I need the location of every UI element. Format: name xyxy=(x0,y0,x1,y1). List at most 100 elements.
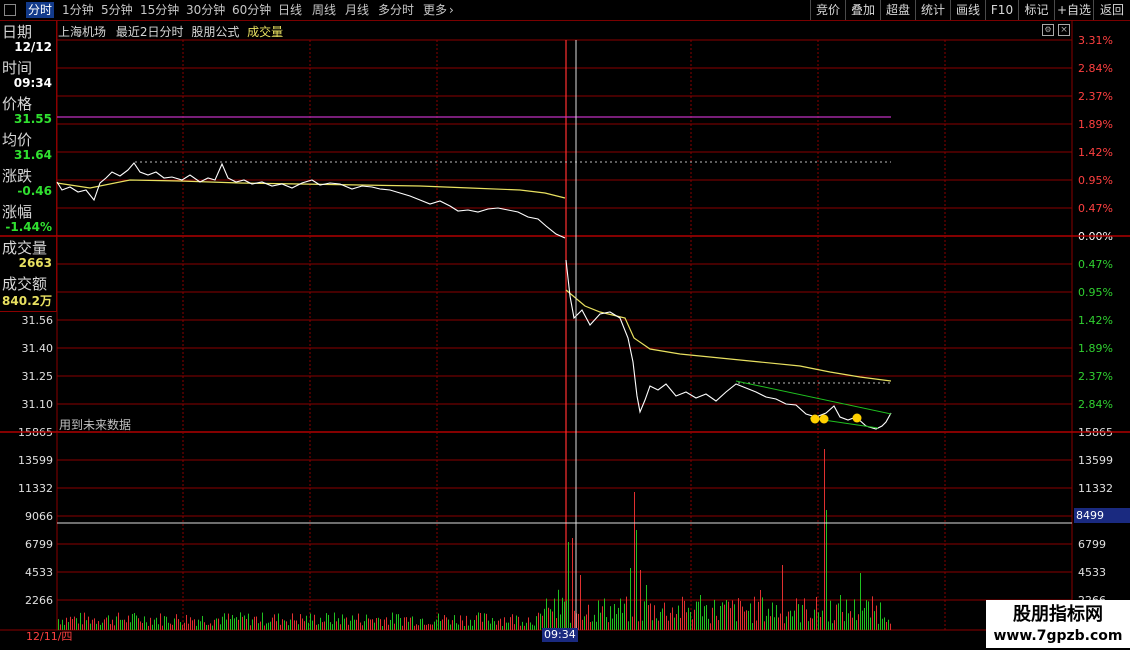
volume-bar xyxy=(106,617,107,630)
volume-bar xyxy=(638,621,639,630)
volume-bar xyxy=(760,590,761,630)
volume-bar xyxy=(414,625,415,630)
volume-bar xyxy=(654,605,655,630)
volume-bar xyxy=(124,619,125,630)
volume-bar xyxy=(840,595,841,630)
volume-bar xyxy=(394,623,395,630)
volume-bar xyxy=(330,622,331,630)
volume-bar xyxy=(728,601,729,630)
volume-bar xyxy=(516,615,517,630)
volume-bar xyxy=(498,620,499,630)
volume-bar xyxy=(244,615,245,630)
volume-bar xyxy=(804,598,805,630)
volume-bar xyxy=(644,601,645,630)
volume-bar xyxy=(430,624,431,630)
volume-bar xyxy=(738,598,739,630)
volume-bar xyxy=(212,625,213,630)
volume-bar xyxy=(342,614,343,630)
volume-bar xyxy=(308,622,309,630)
volume-bar xyxy=(258,623,259,630)
volume-bar xyxy=(596,621,597,630)
volume-bar xyxy=(438,613,439,630)
volume-bar xyxy=(148,625,149,630)
volume-bar xyxy=(620,598,621,630)
volume-bar xyxy=(470,619,471,630)
volume-bar xyxy=(354,619,355,630)
volume-bar xyxy=(208,624,209,630)
volume-bar xyxy=(366,614,367,630)
volume-bar xyxy=(98,621,99,630)
volume-bar xyxy=(358,613,359,630)
volume-bar xyxy=(806,609,807,630)
volume-bar xyxy=(462,620,463,630)
volume-bar xyxy=(846,599,847,630)
volume-bar xyxy=(678,605,679,630)
volume-bar xyxy=(238,619,239,630)
volume-bar xyxy=(188,623,189,630)
volume-bar xyxy=(226,619,227,630)
volume-bar xyxy=(716,615,717,630)
volume-bar xyxy=(662,608,663,630)
volume-bar xyxy=(784,623,785,630)
volume-bar xyxy=(730,608,731,630)
volume-bar xyxy=(458,624,459,630)
volume-bar xyxy=(766,615,767,630)
volume-bar xyxy=(290,619,291,630)
volume-bar xyxy=(768,608,769,630)
intraday-chart[interactable] xyxy=(0,0,1130,650)
volume-bar xyxy=(526,622,527,630)
volume-bar xyxy=(612,618,613,630)
volume-bar xyxy=(416,624,417,630)
volume-bar xyxy=(302,618,303,630)
volume-bar xyxy=(734,604,735,630)
volume-bar xyxy=(606,617,607,630)
volume-bar xyxy=(602,606,603,630)
volume-bar xyxy=(114,625,115,630)
volume-bar xyxy=(388,624,389,630)
volume-bar xyxy=(92,619,93,630)
volume-bar xyxy=(250,625,251,630)
volume-bar xyxy=(652,620,653,630)
volume-bar xyxy=(230,619,231,630)
volume-bar xyxy=(690,611,691,630)
volume-bar xyxy=(886,622,887,630)
volume-bar xyxy=(546,598,547,630)
volume-bar xyxy=(450,624,451,630)
volume-bar xyxy=(236,617,237,630)
volume-bar xyxy=(778,617,779,630)
volume-bar xyxy=(122,619,123,630)
volume-bar xyxy=(176,614,177,630)
volume-bar xyxy=(510,617,511,630)
volume-bar xyxy=(802,604,803,630)
volume-bar xyxy=(640,570,641,630)
volume-bar xyxy=(486,613,487,630)
volume-bar xyxy=(216,618,217,630)
volume-bar xyxy=(818,612,819,630)
volume-bar xyxy=(386,617,387,630)
volume-bar xyxy=(104,619,105,630)
volume-bar xyxy=(700,595,701,630)
volume-bar xyxy=(888,619,889,630)
bottom-date-label: 12/11/四 xyxy=(26,630,73,643)
volume-bar xyxy=(838,603,839,630)
volume-bar xyxy=(566,600,567,630)
volume-bar xyxy=(874,611,875,630)
volume-bar xyxy=(536,616,537,630)
volume-bar xyxy=(220,624,221,630)
volume-bar xyxy=(694,609,695,630)
volume-bar xyxy=(466,615,467,630)
volume-bar xyxy=(494,621,495,630)
volume-bar xyxy=(278,613,279,630)
volume-bar xyxy=(848,613,849,630)
volume-bar xyxy=(260,621,261,630)
volume-bar xyxy=(398,614,399,630)
volume-bar xyxy=(810,617,811,630)
volume-bar xyxy=(454,615,455,630)
volume-bar xyxy=(130,622,131,630)
volume-bar xyxy=(634,492,635,630)
volume-bar xyxy=(322,622,323,630)
volume-bar xyxy=(582,619,583,630)
volume-bar xyxy=(400,618,401,630)
volume-bar xyxy=(242,616,243,630)
volume-bar xyxy=(126,622,127,630)
